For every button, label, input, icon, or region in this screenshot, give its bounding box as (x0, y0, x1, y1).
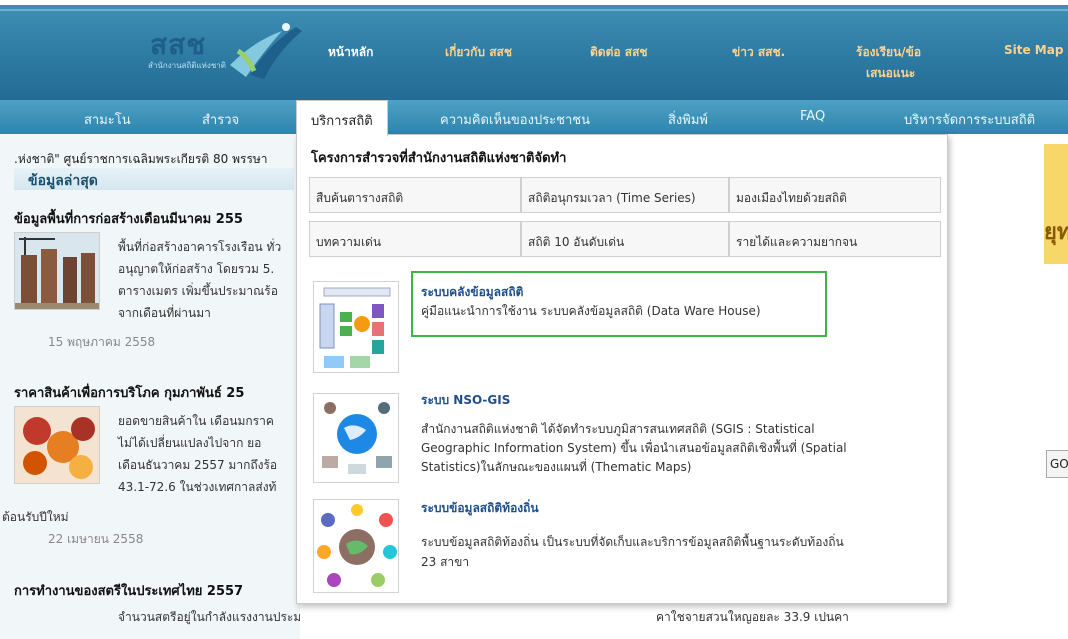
menu-top10-stats[interactable]: สถิติ 10 อันดับเด่น (521, 221, 729, 257)
behind-dropdown-text: คาใชจายสวนใหญอยละ 33.9 เปนคา (656, 610, 849, 624)
local-stats-description: 23 สาขา (421, 555, 470, 569)
menu-time-series[interactable]: สถิติอนุกรมเวลา (Time Series) (521, 177, 729, 213)
tab-faq[interactable]: FAQ (800, 109, 825, 124)
site-header: สสช สำนักงานสถิติแห่งชาติ หน้าหลัก เกี่ย… (0, 0, 1068, 100)
news-snippet: จากเดือนที่ผ่านมา (118, 306, 211, 320)
nso-gis-description: Statistics)ในลักษณะของแผนที่ (Thematic M… (421, 460, 692, 474)
menu-search-tables[interactable]: สืบค้นตารางสถิติ (309, 177, 521, 213)
news-snippet: ต้อนรับปีใหม่ (2, 510, 69, 524)
news-snippet: 43.1-72.6 ในช่วงเทศกาลส่งท้ (118, 480, 277, 494)
nso-gis-description: สำนักงานสถิติแห่งชาติ ได้จัดทำระบบภูมิสา… (421, 422, 815, 436)
nav-contact[interactable]: ติดต่อ สสช (590, 43, 648, 62)
news-snippet: จำนวนสตรีอยู่ในกำลังแรงงานประมาณ (118, 610, 300, 624)
news-snippet: อนุญาตให้ก่อสร้าง โดยรวม 5. (118, 262, 275, 276)
tab-publications[interactable]: สิ่งพิมพ์ (668, 109, 708, 130)
nav-home[interactable]: หน้าหลัก (328, 43, 373, 62)
nso-gis-description: Geographic Information System) ขึ้น เพื่… (421, 441, 847, 455)
nav-news[interactable]: ข่าว สสช. (732, 43, 785, 62)
news-snippet: เดือนธันวาคม 2557 มากถึงร้อ (118, 458, 278, 472)
local-stats-description: ระบบข้อมูลสถิติท้องถิ่น เป็นระบบที่จัดเก… (421, 535, 844, 549)
news-snippet: ไม่ได้เปลี่ยนแปลงไปจาก ยอ (118, 436, 262, 450)
tab-system-management[interactable]: บริหารจัดการระบบสถิติ (904, 109, 1035, 130)
top-navigation: หน้าหลัก เกี่ยวกับ สสช ติดต่อ สสช ข่าว ส… (0, 31, 1068, 81)
news-thumbnail-construction[interactable] (14, 232, 100, 310)
nav-sitemap[interactable]: Site Map (1004, 43, 1063, 57)
tab-census[interactable]: สามะโน (84, 109, 131, 130)
news-date: 22 เมษายน 2558 (48, 532, 144, 546)
nav-complaint-line2[interactable]: เสนอแนะ (866, 64, 915, 83)
menu-income-poverty[interactable]: รายได้และความยากจน (729, 221, 941, 257)
nav-complaint[interactable]: ร้องเรียน/ข้อ (856, 43, 921, 62)
nav-about[interactable]: เกี่ยวกับ สสช (445, 43, 512, 62)
menu-featured-articles[interactable]: บทความเด่น (309, 221, 521, 257)
header-strip (0, 9, 1068, 11)
news-snippet: ยอดขายสินค้าใน เดือนมกราค (118, 414, 274, 428)
dropdown-title: โครงการสำรวจที่สำนักงานสถิติแห่งชาติจัดท… (311, 151, 567, 166)
news-snippet: ตารางเมตร เพิ่มขึ้นประมาณร้อ (118, 284, 278, 298)
news-snippet: พื้นที่ก่อสร้างอาคารโรงเรือน ทั่ว (118, 240, 282, 254)
banner-text: ยุท (1044, 220, 1068, 245)
right-sidebar: ยุท GO (940, 134, 1068, 639)
news-date: 15 พฤษภาคม 2558 (48, 335, 156, 349)
sub-navigation: สามะโน สำรวจ บริการสถิติ ความคิดเห็นของป… (0, 100, 1068, 136)
menu-thailand-by-stats[interactable]: มองเมืองไทยด้วยสถิติ (729, 177, 941, 213)
news-thumbnail-food[interactable] (14, 406, 100, 484)
nso-gis-thumbnail[interactable] (313, 393, 399, 483)
statistics-service-dropdown: โครงการสำรวจที่สำนักงานสถิติแห่งชาติจัดท… (296, 134, 948, 604)
news-title[interactable]: ราคาสินค้าเพื่อการบริโภค กุมภาพันธ์ 25 (14, 382, 244, 403)
data-warehouse-description[interactable]: คู่มือแนะนำการใช้งาน ระบบคลังข้อมูลสถิติ… (421, 302, 761, 321)
data-warehouse-link[interactable]: ระบบคลังข้อมูลสถิติ (421, 283, 523, 302)
go-button[interactable]: GO (1046, 450, 1068, 478)
nso-gis-link[interactable]: ระบบ NSO-GIS (421, 391, 510, 410)
local-stats-thumbnail[interactable] (313, 499, 399, 593)
left-content: .ห่งชาติ" ศูนย์ราชการเฉลิมพระเกียรติ 80 … (0, 134, 300, 639)
local-stats-link[interactable]: ระบบข้อมูลสถิติท้องถิ่น (421, 499, 539, 518)
news-title[interactable]: ข้อมูลพื้นที่การก่อสร้างเดือนมีนาคม 255 (14, 208, 243, 229)
section-title: ข้อมูลล่าสุด (14, 168, 294, 190)
tab-public-opinion[interactable]: ความคิดเห็นของประชาชน (440, 109, 590, 130)
data-warehouse-thumbnail[interactable] (313, 281, 399, 373)
tab-survey[interactable]: สำรวจ (202, 109, 239, 130)
news-ticker[interactable]: .ห่งชาติ" ศูนย์ราชการเฉลิมพระเกียรติ 80 … (14, 150, 268, 169)
news-title[interactable]: การทำงานของสตรีในประเทศไทย 2557 (14, 580, 243, 601)
tab-statistics-service[interactable]: บริการสถิติ (296, 100, 388, 136)
